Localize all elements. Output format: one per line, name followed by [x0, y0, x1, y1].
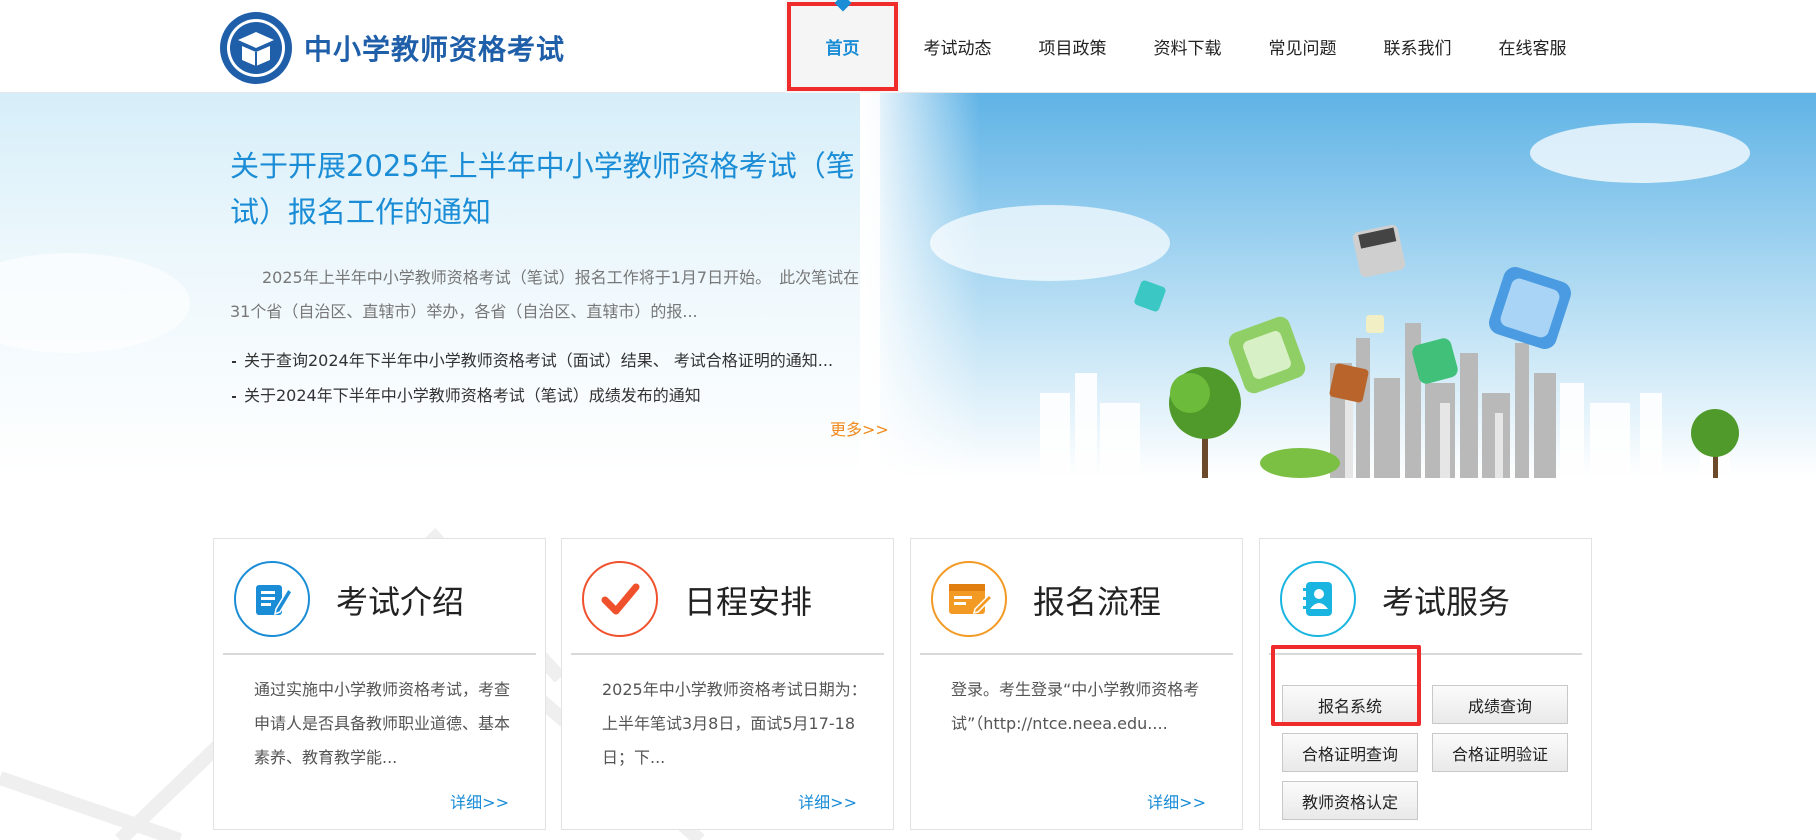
card-body: 登录。考生登录“中小学教师资格考试”（http://ntce.neea.edu.…: [951, 680, 1200, 733]
card-body: 通过实施中小学教师资格考试，考查申请人是否具备教师职业道德、基本素养、教育教学能…: [254, 680, 511, 767]
bullet-icon: [232, 360, 236, 363]
card-body: 2025年中小学教师资格考试日期为：上半年笔试3月8日，面试5月17-18日；下…: [602, 680, 867, 767]
hero-banner: 关于开展2025年上半年中小学教师资格考试（笔试）报名工作的通知 2025年上半…: [0, 93, 1816, 478]
nav-item-online-service[interactable]: 在线客服: [1475, 0, 1590, 93]
nav-item-exam-news[interactable]: 考试动态: [900, 0, 1015, 93]
card-exam-intro: 考试介绍 通过实施中小学教师资格考试，考查申请人是否具备教师职业道德、基本素养、…: [213, 538, 546, 830]
news-item[interactable]: 关于查询2024年下半年中小学教师资格考试（面试）结果、 考试合格证明的通知..…: [232, 343, 872, 378]
nav-item-label: 常见问题: [1268, 39, 1337, 59]
news-item-label: 关于2024年下半年中小学教师资格考试（笔试）成绩发布的通知: [244, 386, 701, 405]
card-header: 考试服务: [1260, 539, 1591, 655]
more-news-link[interactable]: 更多>>: [830, 416, 889, 440]
nav-item-label: 资料下载: [1153, 39, 1222, 59]
application-form-icon: [931, 561, 1007, 637]
news-list: 关于查询2024年下半年中小学教师资格考试（面试）结果、 考试合格证明的通知..…: [232, 343, 872, 413]
teacher-certification-button[interactable]: 教师资格认定: [1282, 781, 1418, 820]
news-item-label: 关于查询2024年下半年中小学教师资格考试（面试）结果、 考试合格证明的通知..…: [244, 351, 834, 370]
nav-item-label: 考试动态: [923, 39, 992, 59]
card-title: 报名流程: [1033, 583, 1162, 621]
checkmark-icon: [582, 561, 658, 637]
site-logo-icon[interactable]: [218, 10, 294, 86]
nav-item-label: 项目政策: [1038, 39, 1107, 59]
divider: [1269, 653, 1582, 655]
nav-item-label: 联系我们: [1383, 39, 1452, 59]
nav-item-faq[interactable]: 常见问题: [1245, 0, 1360, 93]
certificate-verification-button[interactable]: 合格证明验证: [1432, 733, 1568, 772]
card-schedule: 日程安排 2025年中小学教师资格考试日期为：上半年笔试3月8日，面试5月17-…: [561, 538, 894, 830]
nav-item-home[interactable]: 首页: [785, 0, 900, 93]
contact-book-icon: [1280, 561, 1356, 637]
nav-item-policy[interactable]: 项目政策: [1015, 0, 1130, 93]
active-caret-icon: [834, 0, 851, 12]
card-header: 考试介绍: [214, 539, 545, 655]
site-header: 中小学教师资格考试 首页 考试动态 项目政策 资料下载 常见问题 联系我们 在线…: [0, 0, 1816, 93]
divider: [223, 653, 536, 655]
card-title: 考试介绍: [336, 583, 465, 621]
banner-summary: 2025年上半年中小学教师资格考试（笔试）报名工作将于1月7日开始。 此次笔试在…: [230, 268, 860, 321]
details-link[interactable]: 详细>>: [798, 789, 857, 813]
details-link[interactable]: 详细>>: [1147, 789, 1206, 813]
banner-headline-link[interactable]: 关于开展2025年上半年中小学教师资格考试（笔试）报名工作的通知: [230, 143, 870, 235]
divider: [920, 653, 1233, 655]
details-link[interactable]: 详细>>: [450, 789, 509, 813]
card-title: 考试服务: [1382, 583, 1511, 621]
certificate-inquiry-button[interactable]: 合格证明查询: [1282, 733, 1418, 772]
nav-item-downloads[interactable]: 资料下载: [1130, 0, 1245, 93]
nav-item-label: 在线客服: [1498, 39, 1567, 59]
card-header: 日程安排: [562, 539, 893, 655]
site-title[interactable]: 中小学教师资格考试: [304, 28, 565, 68]
nav-item-contact[interactable]: 联系我们: [1360, 0, 1475, 93]
registration-system-button[interactable]: 报名系统: [1282, 685, 1418, 724]
main-nav: 首页 考试动态 项目政策 资料下载 常见问题 联系我们 在线客服: [785, 0, 1590, 93]
card-exam-services: 考试服务 报名系统 成绩查询 合格证明查询 合格证明验证 教师资格认定: [1259, 538, 1592, 830]
card-registration-process: 报名流程 登录。考生登录“中小学教师资格考试”（http://ntce.neea…: [910, 538, 1243, 830]
card-title: 日程安排: [684, 583, 813, 621]
score-inquiry-button[interactable]: 成绩查询: [1432, 685, 1568, 724]
card-header: 报名流程: [911, 539, 1242, 655]
news-item[interactable]: 关于2024年下半年中小学教师资格考试（笔试）成绩发布的通知: [232, 378, 872, 413]
divider: [571, 653, 884, 655]
document-edit-icon: [234, 561, 310, 637]
bullet-icon: [232, 395, 236, 398]
nav-item-label: 首页: [825, 39, 860, 59]
